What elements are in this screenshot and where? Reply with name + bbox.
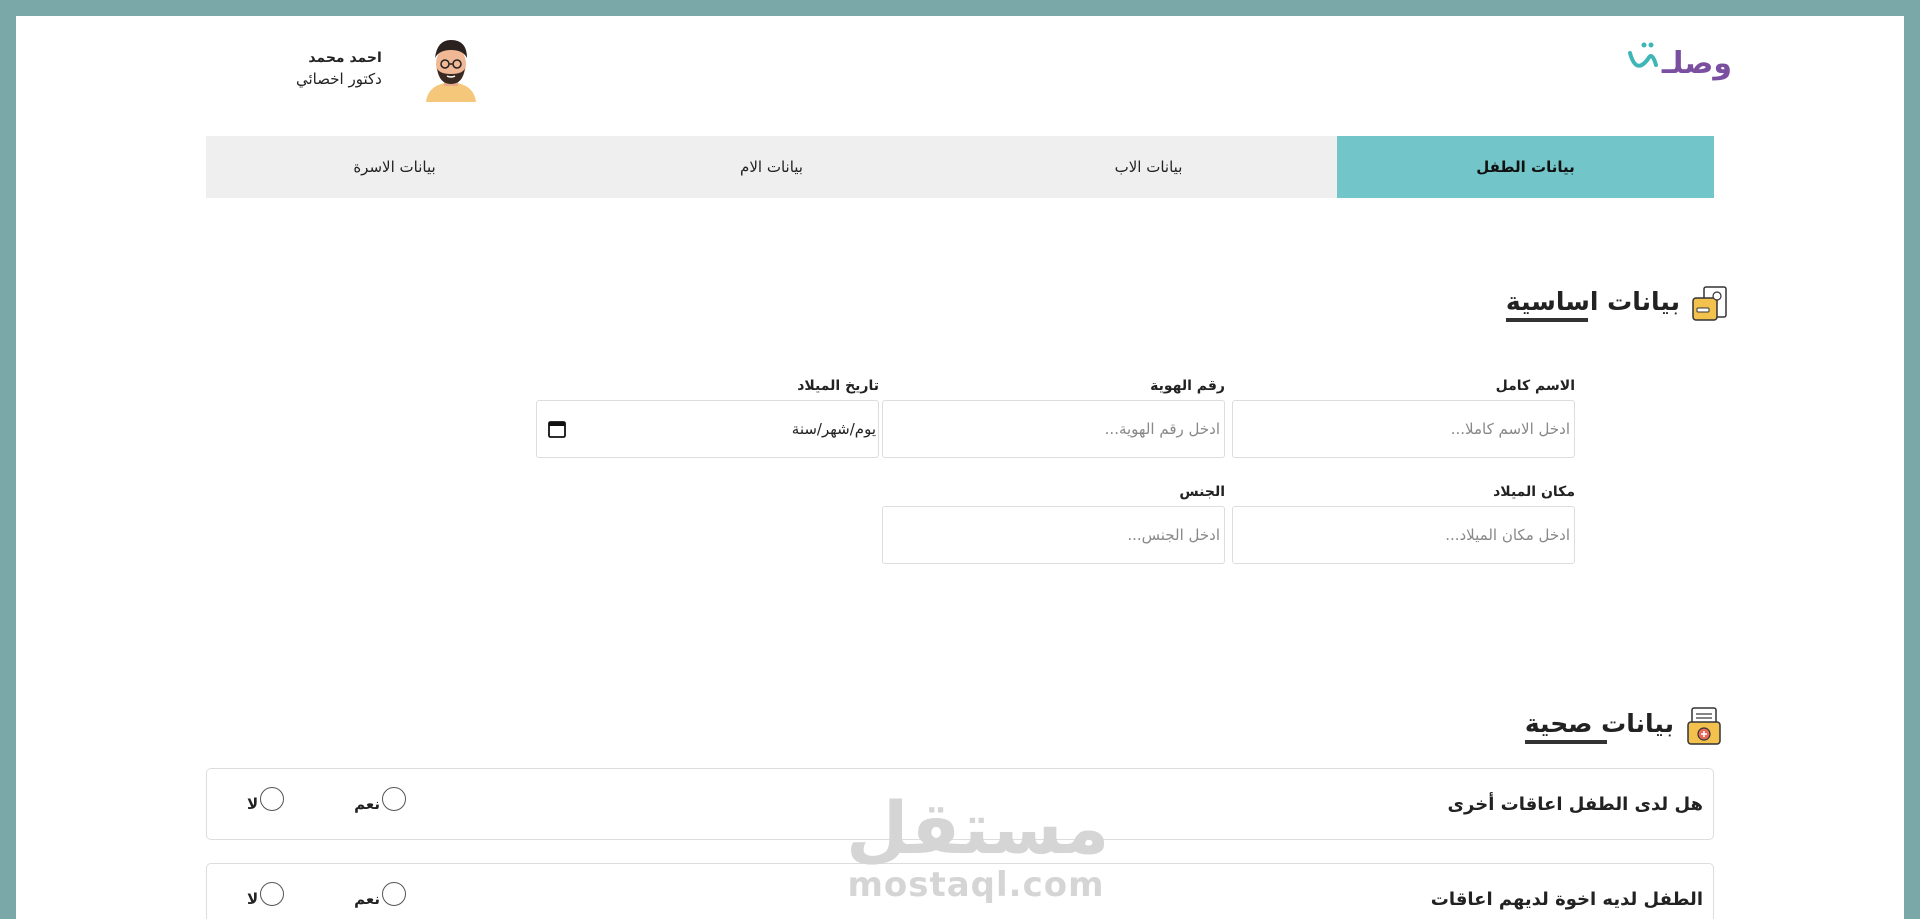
answer-yes-radio[interactable] [382,787,407,811]
birth-date-field: تاريخ الميلاد يوم/شهر/سنة [536,378,879,458]
user-info: احمد محمد دكتور اخصائي [296,50,382,88]
health-section-title: بيانات صحية [1524,709,1674,744]
tab-bar: بيانات الطفل بيانات الاب بيانات الام بيا… [206,136,1714,198]
answer-yes-label: نعم [354,890,381,908]
content: وصلـ احمد محمد دكتور اخصائي بيانات الطفل… [206,16,1732,919]
page: وصلـ احمد محمد دكتور اخصائي بيانات الطفل… [16,16,1904,919]
question-text: هل لدى الطفل اعاقات أخرى [1447,793,1703,815]
birth-place-input[interactable] [1232,506,1575,564]
gender-field: الجنس [882,484,1225,564]
answer-no-label: لا [247,890,259,908]
full-name-label: الاسم كامل [1495,378,1575,394]
brand-logo-icon: وصلـ [1628,42,1732,81]
calendar-icon[interactable] [547,419,567,439]
answer-no-option[interactable]: لا [247,787,285,813]
answer-yes-option[interactable]: نعم [354,787,407,813]
avatar [425,40,476,102]
answer-yes-radio[interactable] [382,882,407,906]
svg-text:وصلـ: وصلـ [1661,46,1732,81]
full-name-input[interactable] [1232,400,1575,458]
answer-yes-option[interactable]: نعم [354,882,407,908]
answer-no-radio[interactable] [260,787,285,811]
question-text: الطفل لديه اخوة لديهم اعاقات [1430,888,1703,910]
user-profile[interactable]: احمد محمد دكتور اخصائي [296,36,484,102]
answer-yes-label: نعم [354,795,381,813]
answer-options: لا نعم [247,882,407,908]
id-number-field: رقم الهوية [882,378,1225,458]
tab-child-data[interactable]: بيانات الطفل [1337,136,1714,198]
birth-place-label: مكان الميلاد [1493,484,1575,500]
id-number-input[interactable] [882,400,1225,458]
full-name-field: الاسم كامل [1232,378,1575,458]
medical-file-icon [1687,707,1721,745]
gender-label: الجنس [1179,484,1225,500]
answer-options: لا نعم [247,787,407,813]
user-role: دكتور اخصائي [296,70,382,88]
id-number-label: رقم الهوية [1150,378,1225,394]
user-name: احمد محمد [308,50,382,66]
id-card-icon [1692,286,1727,321]
basic-section-heading: بيانات اساسية [1505,284,1730,324]
answer-no-label: لا [247,795,259,813]
tab-mother-data[interactable]: بيانات الام [583,136,960,198]
brand-logo[interactable]: وصلـ [1610,30,1740,90]
health-section-heading: بيانات صحية [1524,706,1724,746]
question-siblings-disabilities: الطفل لديه اخوة لديهم اعاقات لا نعم [206,863,1714,919]
birth-date-input[interactable]: يوم/شهر/سنة [536,400,879,458]
birth-place-field: مكان الميلاد [1232,484,1575,564]
birth-date-label: تاريخ الميلاد [797,378,879,394]
answer-no-radio[interactable] [260,882,285,906]
gender-input[interactable] [882,506,1225,564]
question-other-disabilities: هل لدى الطفل اعاقات أخرى لا نعم [206,768,1714,840]
birth-date-value: يوم/شهر/سنة [791,420,876,438]
tab-father-data[interactable]: بيانات الاب [960,136,1337,198]
basic-section-title: بيانات اساسية [1505,287,1680,322]
tab-family-data[interactable]: بيانات الاسرة [206,136,583,198]
answer-no-option[interactable]: لا [247,882,285,908]
